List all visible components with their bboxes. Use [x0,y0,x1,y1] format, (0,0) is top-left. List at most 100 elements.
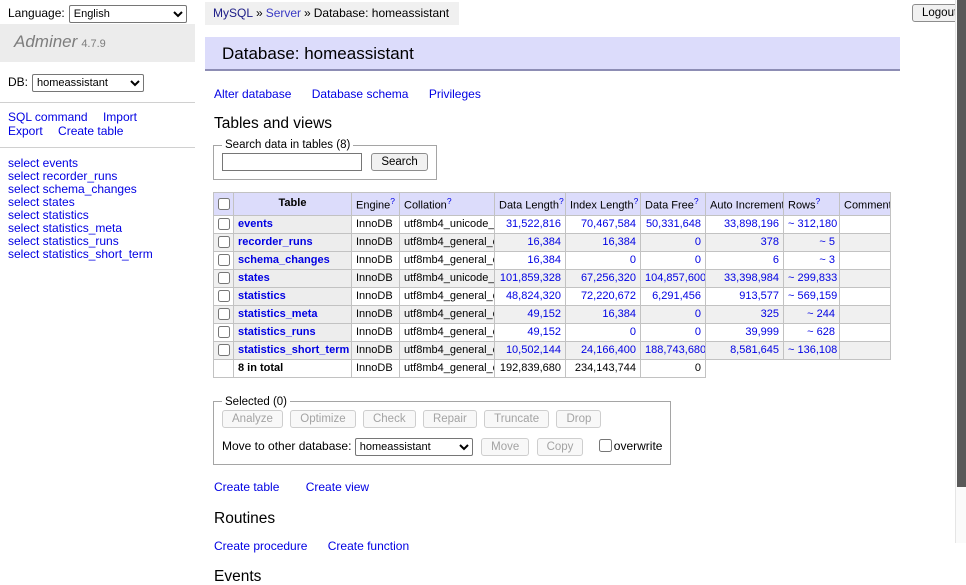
auto-increment-link[interactable]: 8,581,645 [730,344,779,356]
row-checkbox[interactable] [218,344,230,356]
rows-count-link[interactable]: ~ 569,159 [788,290,837,302]
sidebar-link-export[interactable]: Export [8,124,43,138]
sidebar-link-import[interactable]: Import [103,110,137,124]
index-length-link[interactable]: 0 [630,254,636,266]
column-hint-link[interactable]: ? [447,196,452,206]
data-free-link[interactable]: 0 [695,308,701,320]
data-length-link[interactable]: 101,859,328 [500,272,561,284]
move-database-select[interactable]: homeassistant [355,438,473,456]
auto-increment-link[interactable]: 378 [761,236,779,248]
db-select[interactable]: homeassistant [32,74,144,92]
alter-database-link[interactable]: Alter database [214,87,291,101]
truncate-button[interactable]: Truncate [484,410,549,428]
index-length-link[interactable]: 67,256,320 [581,272,636,284]
row-checkbox[interactable] [218,218,230,230]
data-free-link[interactable]: 0 [695,254,701,266]
column-hint-link[interactable]: ? [390,196,395,206]
table-name-link[interactable]: states [238,272,270,284]
move-button[interactable]: Move [481,438,529,456]
data-length-link[interactable]: 49,152 [527,326,561,338]
rows-count-link[interactable]: ~ 244 [807,308,835,320]
row-checkbox[interactable] [218,254,230,266]
table-name-link[interactable]: schema_changes [238,254,330,266]
breadcrumb-mysql-link[interactable]: MySQL [213,6,253,20]
index-length-link[interactable]: 0 [630,326,636,338]
index-length-link[interactable]: 24,166,400 [581,344,636,356]
select-all-cell[interactable] [214,193,234,216]
rows-count-link[interactable]: ~ 3 [819,254,835,266]
row-checkbox[interactable] [218,290,230,302]
row-checkbox[interactable] [218,236,230,248]
overwrite-checkbox[interactable] [599,439,612,452]
table-name-link[interactable]: statistics_meta [238,308,318,320]
table-name-link[interactable]: statistics_runs [238,326,316,338]
breadcrumb-server-link[interactable]: Server [266,6,301,20]
rows-count-link[interactable]: ~ 628 [807,326,835,338]
data-free-link[interactable]: 0 [695,236,701,248]
data-free-link[interactable]: 50,331,648 [646,218,701,230]
table-name-link[interactable]: statistics [238,290,286,302]
breadcrumb-separator: » [256,6,263,20]
data-free-link[interactable]: 0 [695,326,701,338]
auto-increment-link[interactable]: 913,577 [739,290,779,302]
search-input[interactable] [222,153,362,171]
auto-increment-link[interactable]: 325 [761,308,779,320]
rows-count-link[interactable]: ~ 5 [819,236,835,248]
table-name-cell: statistics_meta [234,305,352,323]
column-hint-link[interactable]: ? [559,196,564,206]
copy-button[interactable]: Copy [537,438,584,456]
data-free-link[interactable]: 6,291,456 [652,290,701,302]
sidebar-link-create-table[interactable]: Create table [58,124,123,138]
data-length-link[interactable]: 49,152 [527,308,561,320]
row-checkbox[interactable] [218,272,230,284]
optimize-button[interactable]: Optimize [290,410,355,428]
select-all-checkbox[interactable] [218,198,230,210]
sidebar-link-sql-command[interactable]: SQL command [8,110,88,124]
table-name-link[interactable]: statistics_short_term [238,344,349,356]
repair-button[interactable]: Repair [423,410,477,428]
data-length-link[interactable]: 31,522,816 [506,218,561,230]
column-hint-link[interactable]: ? [634,196,639,206]
rows-count-link[interactable]: ~ 312,180 [788,218,837,230]
overwrite-option: overwrite [595,439,663,453]
data-length-link[interactable]: 16,384 [527,236,561,248]
column-header-label: Index Length [570,200,634,212]
index-length-link[interactable]: 72,220,672 [581,290,636,302]
adminer-logo-link[interactable]: Adminer [14,32,77,51]
row-checkbox[interactable] [218,308,230,320]
index-length-link[interactable]: 16,384 [602,236,636,248]
column-hint-link[interactable]: ? [816,196,821,206]
rows-cell: ~ 312,180 [784,215,840,233]
auto-increment-link[interactable]: 33,898,196 [724,218,779,230]
create-function-link[interactable]: Create function [328,539,409,553]
row-checkbox[interactable] [218,326,230,338]
index-length-link[interactable]: 70,467,584 [581,218,636,230]
table-name-link[interactable]: events [238,218,273,230]
create-procedure-link[interactable]: Create procedure [214,539,307,553]
auto-increment-link[interactable]: 6 [773,254,779,266]
totals-blank [706,359,784,377]
rows-count-link[interactable]: ~ 299,833 [788,272,837,284]
data-length-link[interactable]: 48,824,320 [506,290,561,302]
create-view-link[interactable]: Create view [306,480,369,494]
table-name-link[interactable]: recorder_runs [238,236,313,248]
column-hint-link[interactable]: ? [694,196,699,206]
sidebar-item-select-statistics-short-term[interactable]: select statistics_short_term [8,248,195,261]
privileges-link[interactable]: Privileges [429,87,481,101]
database-schema-link[interactable]: Database schema [312,87,409,101]
drop-button[interactable]: Drop [556,410,601,428]
data-length-link[interactable]: 10,502,144 [506,344,561,356]
check-button[interactable]: Check [363,410,416,428]
auto-increment-link[interactable]: 33,398,984 [724,272,779,284]
data-free-link[interactable]: 188,743,680 [645,344,706,356]
index-length-link[interactable]: 16,384 [602,308,636,320]
data-free-link[interactable]: 104,857,600 [645,272,706,284]
search-button[interactable]: Search [371,153,427,171]
auto-increment-link[interactable]: 39,999 [745,326,779,338]
scrollbar-thumb[interactable] [957,0,966,487]
analyze-button[interactable]: Analyze [222,410,283,428]
vertical-scrollbar[interactable] [955,0,966,543]
data-length-link[interactable]: 16,384 [527,254,561,266]
create-table-link[interactable]: Create table [214,480,279,494]
rows-count-link[interactable]: ~ 136,108 [788,344,837,356]
